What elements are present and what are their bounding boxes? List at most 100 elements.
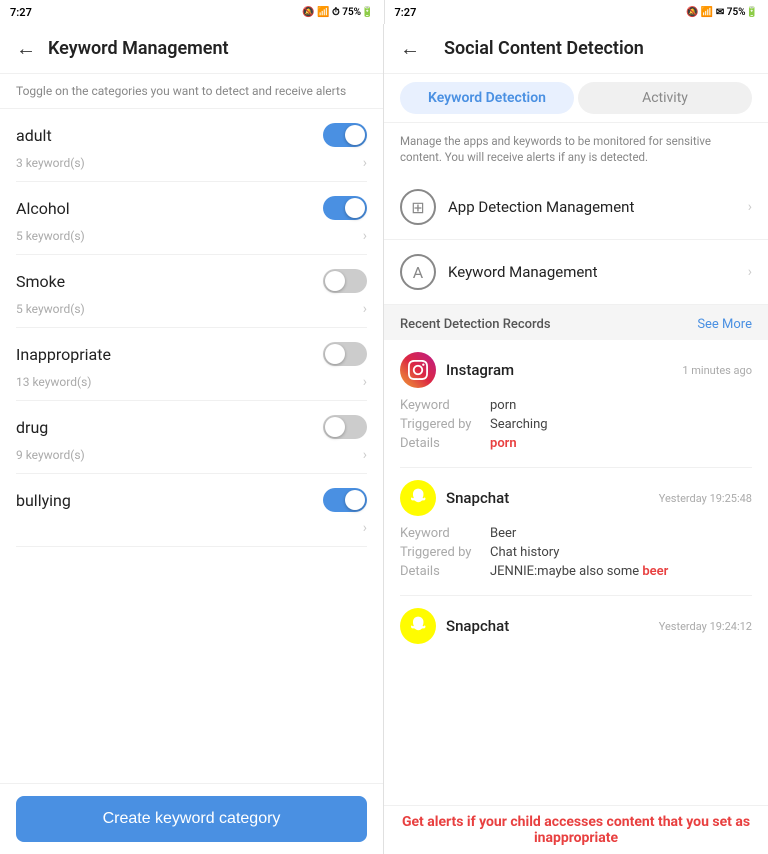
bullying-toggle[interactable]	[323, 488, 367, 512]
bullying-keyword-row[interactable]: ›	[16, 512, 367, 547]
record-header: Snapchat Yesterday 19:25:48	[400, 480, 752, 516]
right-panel: ← Social Content Detection Keyword Detec…	[384, 24, 768, 854]
left-panel: ← Keyword Management Toggle on the categ…	[0, 24, 384, 854]
chevron-right-icon: ›	[363, 301, 367, 317]
category-name: Inappropriate	[16, 345, 111, 364]
record-header: Instagram 1 minutes ago	[400, 352, 752, 388]
triggered-value: Searching	[490, 417, 752, 432]
drug-keyword-row[interactable]: 9 keyword(s) ›	[16, 439, 367, 474]
keyword-label: Keyword	[400, 526, 490, 541]
left-status-icons: 🔕 📶 ⏱ 75%🔋	[302, 7, 373, 18]
keyword-label: Keyword	[400, 398, 490, 413]
smoke-keyword-row[interactable]: 5 keyword(s) ›	[16, 293, 367, 328]
category-name: Smoke	[16, 272, 65, 291]
app-name: Snapchat	[446, 489, 509, 507]
record-header: Snapchat Yesterday 19:24:12	[400, 608, 752, 644]
record-app: Snapchat	[400, 608, 509, 644]
table-row: Snapchat Yesterday 19:24:12	[384, 596, 768, 666]
chevron-right-icon: ›	[363, 374, 367, 390]
create-keyword-category-button[interactable]: Create keyword category	[16, 796, 367, 842]
categories-list: adult 3 keyword(s) › Alcohol 5 keyword(s…	[0, 109, 383, 783]
category-name: bullying	[16, 491, 71, 510]
see-more-button[interactable]: See More	[697, 317, 752, 332]
chevron-right-icon: ›	[363, 447, 367, 463]
record-time: 1 minutes ago	[682, 364, 752, 377]
inappropriate-toggle[interactable]	[323, 342, 367, 366]
category-name: Alcohol	[16, 199, 70, 218]
adult-keyword-row[interactable]: 3 keyword(s) ›	[16, 147, 367, 182]
triggered-value: Chat history	[490, 545, 752, 560]
smoke-toggle[interactable]	[323, 269, 367, 293]
inappropriate-keyword-row[interactable]: 13 keyword(s) ›	[16, 366, 367, 401]
right-status-icons: 🔕 📶 ✉ 75%🔋	[686, 7, 758, 18]
status-bars: 7:27 🔕 📶 ⏱ 75%🔋 7:27 🔕 📶 ✉ 75%🔋	[0, 0, 768, 24]
triggered-label: Triggered by	[400, 545, 490, 560]
chevron-right-icon: ›	[363, 155, 367, 171]
recent-detection-title: Recent Detection Records	[400, 317, 551, 332]
tab-activity[interactable]: Activity	[578, 82, 752, 114]
chevron-right-icon: ›	[748, 264, 752, 280]
inappropriate-keyword-count: 13 keyword(s)	[16, 375, 91, 389]
list-item: Inappropriate 13 keyword(s) ›	[0, 328, 383, 401]
table-row: Snapchat Yesterday 19:25:48 Keyword Beer…	[384, 468, 768, 591]
details-value: JENNIE:maybe also some beer	[490, 564, 752, 579]
right-back-button[interactable]: ←	[400, 36, 420, 61]
list-item: Smoke 5 keyword(s) ›	[0, 255, 383, 328]
chevron-right-icon: ›	[363, 228, 367, 244]
right-status-bar: 7:27 🔕 📶 ✉ 75%🔋	[385, 0, 768, 24]
list-item: drug 9 keyword(s) ›	[0, 401, 383, 474]
drug-toggle[interactable]	[323, 415, 367, 439]
drug-keyword-count: 9 keyword(s)	[16, 448, 85, 462]
record-time: Yesterday 19:24:12	[659, 620, 752, 633]
left-back-button[interactable]: ←	[16, 36, 36, 61]
left-panel-header: ← Keyword Management	[0, 24, 383, 74]
main-content: ← Keyword Management Toggle on the categ…	[0, 24, 768, 854]
create-btn-area: Create keyword category	[0, 783, 383, 854]
right-panel-title: Social Content Detection	[444, 38, 644, 59]
snapchat-icon	[400, 608, 436, 644]
adult-toggle[interactable]	[323, 123, 367, 147]
smoke-keyword-count: 5 keyword(s)	[16, 302, 85, 316]
alcohol-toggle[interactable]	[323, 196, 367, 220]
bottom-banner: Get alerts if your child accesses conten…	[384, 805, 768, 854]
left-subtitle: Toggle on the categories you want to det…	[0, 74, 383, 109]
record-details: Keyword porn Triggered by Searching Deta…	[400, 398, 752, 451]
list-item: adult 3 keyword(s) ›	[0, 109, 383, 182]
details-value: porn	[490, 436, 752, 451]
left-status-bar: 7:27 🔕 📶 ⏱ 75%🔋	[0, 0, 385, 24]
list-item: bullying ›	[0, 474, 383, 547]
manage-description: Manage the apps and keywords to be monit…	[384, 123, 768, 175]
record-app: Snapchat	[400, 480, 509, 516]
record-details: Keyword Beer Triggered by Chat history D…	[400, 526, 752, 579]
right-content: Manage the apps and keywords to be monit…	[384, 123, 768, 805]
app-detection-management-item[interactable]: ⊞ App Detection Management ›	[384, 175, 768, 240]
chevron-right-icon: ›	[363, 520, 367, 536]
tab-keyword-detection[interactable]: Keyword Detection	[400, 82, 574, 114]
category-name: drug	[16, 418, 48, 437]
tabs-bar: Keyword Detection Activity	[384, 74, 768, 123]
app-name: Snapchat	[446, 617, 509, 635]
app-detection-icon: ⊞	[400, 189, 436, 225]
list-item: Alcohol 5 keyword(s) ›	[0, 182, 383, 255]
instagram-icon	[400, 352, 436, 388]
app-detection-label: App Detection Management	[448, 198, 634, 216]
recent-detection-header: Recent Detection Records See More	[384, 305, 768, 340]
adult-keyword-count: 3 keyword(s)	[16, 156, 85, 170]
alcohol-keyword-row[interactable]: 5 keyword(s) ›	[16, 220, 367, 255]
triggered-label: Triggered by	[400, 417, 490, 432]
details-label: Details	[400, 436, 490, 451]
app-name: Instagram	[446, 361, 514, 379]
left-time: 7:27	[10, 6, 32, 19]
left-panel-title: Keyword Management	[48, 38, 229, 59]
record-app: Instagram	[400, 352, 514, 388]
chevron-right-icon: ›	[748, 199, 752, 215]
category-name: adult	[16, 126, 52, 145]
keyword-management-label: Keyword Management	[448, 263, 598, 281]
alcohol-keyword-count: 5 keyword(s)	[16, 229, 85, 243]
keyword-value: porn	[490, 398, 752, 413]
snapchat-icon	[400, 480, 436, 516]
keyword-management-item[interactable]: A Keyword Management ›	[384, 240, 768, 305]
keyword-value: Beer	[490, 526, 752, 541]
right-panel-header: ← Social Content Detection	[384, 24, 768, 74]
keyword-management-icon: A	[400, 254, 436, 290]
